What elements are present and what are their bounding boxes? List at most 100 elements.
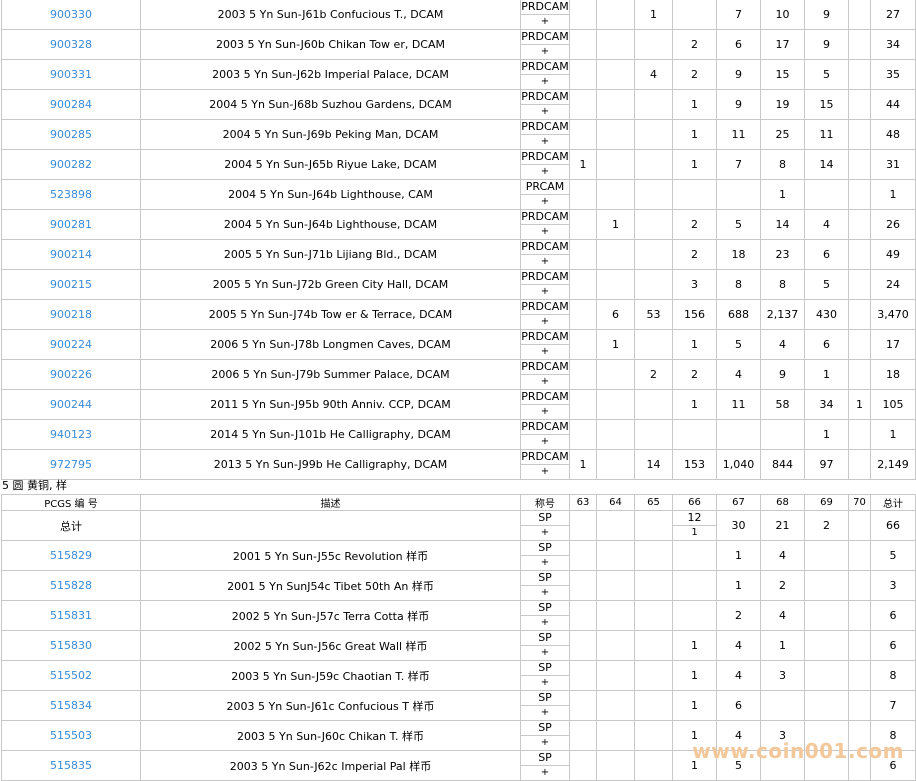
coin-description: 2003 5 Yn Sun-J61b Confucious T., DCAM xyxy=(140,0,521,30)
count-total: 6 xyxy=(870,600,916,631)
summary-desc xyxy=(140,510,521,541)
count-c67: 11 xyxy=(716,389,761,420)
count-total: 26 xyxy=(870,209,916,240)
count-c64: 1 xyxy=(596,209,635,240)
grade-label: PRDCAM xyxy=(521,0,569,15)
count-c65 xyxy=(634,600,673,631)
grade-plus: + xyxy=(540,196,550,207)
count-c64 xyxy=(596,389,635,420)
count-c68: 19 xyxy=(760,89,805,120)
count-c69: 9 xyxy=(804,0,849,30)
summary-65 xyxy=(634,510,673,541)
count-c69 xyxy=(804,600,849,631)
count-c64 xyxy=(596,0,635,30)
count-c64 xyxy=(596,540,635,571)
pcgs-number-link[interactable]: 515834 xyxy=(1,690,141,721)
pcgs-number-link[interactable]: 515830 xyxy=(1,630,141,661)
count-c66: 1 xyxy=(672,630,717,661)
count-c63: 1 xyxy=(569,149,597,180)
table-row: 900244 2011 5 Yn Sun-J95b 90th Anniv. CCP… xyxy=(1,389,916,420)
count-total: 1 xyxy=(870,419,916,450)
table-row: 900330 2003 5 Yn Sun-J61b Confucious T., … xyxy=(1,0,916,30)
count-c66: 2 xyxy=(672,359,717,390)
count-total: 48 xyxy=(870,119,916,150)
header-total: 总计 xyxy=(870,494,916,511)
coin-description: 2005 5 Yn Sun-J72b Green City Hall, DCAM xyxy=(140,269,521,300)
pcgs-number-link[interactable]: 900282 xyxy=(1,149,141,180)
pcgs-number-link[interactable]: 515502 xyxy=(1,660,141,691)
pcgs-number-link[interactable]: 515503 xyxy=(1,720,141,751)
count-c68: 15 xyxy=(760,59,805,90)
pcgs-number-link[interactable]: 515831 xyxy=(1,600,141,631)
section-title: 5 圆 黄铜, 样 xyxy=(2,479,67,492)
count-c66: 2 xyxy=(672,209,717,240)
table-row: 515834 2003 5 Yn Sun-J61c Confucious T 样币… xyxy=(1,690,916,721)
pcgs-number-link[interactable]: 900226 xyxy=(1,359,141,390)
pcgs-number-link[interactable]: 900218 xyxy=(1,299,141,330)
count-c63 xyxy=(569,600,597,631)
pcgs-number-link[interactable]: 900224 xyxy=(1,329,141,360)
pcgs-number-link[interactable]: 972795 xyxy=(1,449,141,480)
pcgs-number-link[interactable]: 515828 xyxy=(1,570,141,601)
count-c70 xyxy=(848,329,871,360)
count-c69: 9 xyxy=(804,29,849,60)
pcgs-number-link[interactable]: 523898 xyxy=(1,179,141,210)
summary-66-top: 12 xyxy=(673,512,716,526)
grade-cell: PRCAM + xyxy=(520,179,570,210)
count-total: 44 xyxy=(870,89,916,120)
table-row: 515831 2002 5 Yn Sun-J57c Terra Cotta 样币 S… xyxy=(1,600,916,631)
grade-plus: + xyxy=(540,346,550,357)
grade-cell: PRDCAM + xyxy=(520,269,570,300)
count-c68: 8 xyxy=(760,269,805,300)
pcgs-number-link[interactable]: 900214 xyxy=(1,239,141,270)
pcgs-number-link[interactable]: 900215 xyxy=(1,269,141,300)
count-c70 xyxy=(848,690,871,721)
grade-label: PRDCAM xyxy=(521,330,569,345)
count-c65 xyxy=(634,630,673,661)
count-c69: 1 xyxy=(804,359,849,390)
grade-plus: + xyxy=(540,166,550,177)
count-c64: 6 xyxy=(596,299,635,330)
table-row: 900328 2003 5 Yn Sun-J60b Chikan Tow er, … xyxy=(1,29,916,60)
pcgs-number-link[interactable]: 900281 xyxy=(1,209,141,240)
pcgs-number-link[interactable]: 900331 xyxy=(1,59,141,90)
count-c66 xyxy=(672,540,717,571)
count-c64 xyxy=(596,690,635,721)
count-c69: 6 xyxy=(804,239,849,270)
pcgs-number-link[interactable]: 940123 xyxy=(1,419,141,450)
grade-cell: PRDCAM + xyxy=(520,0,570,30)
count-c68: 1 xyxy=(760,630,805,661)
pcgs-number-link[interactable]: 900328 xyxy=(1,29,141,60)
table-row: 900214 2005 5 Yn Sun-J71b Lijiang Bld., D… xyxy=(1,239,916,270)
count-c69 xyxy=(804,179,849,210)
table-row: 515830 2002 5 Yn Sun-J56c Great Wall 样币 SP… xyxy=(1,630,916,661)
summary-64 xyxy=(596,510,635,541)
pcgs-number-link[interactable]: 900284 xyxy=(1,89,141,120)
count-c70 xyxy=(848,89,871,120)
pcgs-number-link[interactable]: 900330 xyxy=(1,0,141,30)
coin-description: 2014 5 Yn Sun-J101b He Calligraphy, DCAM xyxy=(140,419,521,450)
coin-description: 2003 5 Yn Sun-J60c Chikan T. 样币 xyxy=(140,720,521,751)
grade-label: PRDCAM xyxy=(521,390,569,405)
count-c65 xyxy=(634,209,673,240)
count-c66: 1 xyxy=(672,660,717,691)
count-c63 xyxy=(569,89,597,120)
pcgs-number-link[interactable]: 515829 xyxy=(1,540,141,571)
pcgs-number-link[interactable]: 900244 xyxy=(1,389,141,420)
coin-description: 2011 5 Yn Sun-J95b 90th Anniv. CCP, DCAM xyxy=(140,389,521,420)
count-c63 xyxy=(569,209,597,240)
watermark: www.coin001.com xyxy=(692,739,904,763)
count-c64 xyxy=(596,29,635,60)
count-total: 3 xyxy=(870,570,916,601)
coin-description: 2004 5 Yn Sun-J64b Lighthouse, DCAM xyxy=(140,209,521,240)
pcgs-number-link[interactable]: 900285 xyxy=(1,119,141,150)
summary-67: 30 xyxy=(716,510,761,541)
grade-cell: PRDCAM + xyxy=(520,239,570,270)
count-c64 xyxy=(596,630,635,661)
pcgs-number-link[interactable]: 515835 xyxy=(1,750,141,781)
grade-label: PRDCAM xyxy=(521,150,569,165)
coin-description: 2003 5 Yn Sun-J62b Imperial Palace, DCAM xyxy=(140,59,521,90)
grade-cell: PRDCAM + xyxy=(520,299,570,330)
summary-label: 总计 xyxy=(1,510,141,541)
count-c66 xyxy=(672,570,717,601)
